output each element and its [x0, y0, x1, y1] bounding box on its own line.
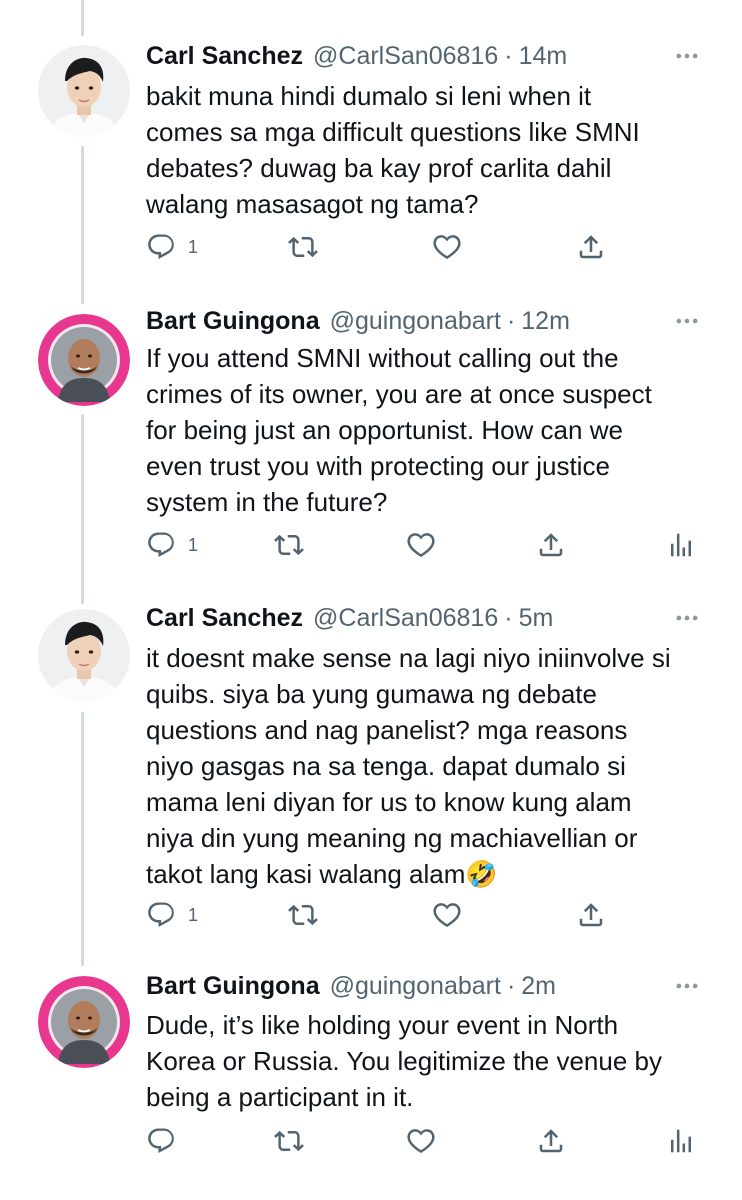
retweet-icon: [274, 1126, 304, 1156]
user-handle[interactable]: @guingonabart: [330, 972, 501, 1001]
share-icon: [576, 232, 606, 262]
reply-button[interactable]: 1: [146, 230, 198, 264]
separator-dot: ·: [504, 41, 513, 70]
display-name[interactable]: Bart Guingona: [146, 972, 320, 1001]
display-name[interactable]: Bart Guingona: [146, 307, 320, 336]
action-bar: 1: [146, 230, 712, 264]
share-icon: [536, 1126, 566, 1156]
carl-avatar[interactable]: [38, 609, 130, 701]
thread-line: [81, 414, 84, 604]
carl-avatar[interactable]: [38, 45, 130, 137]
separator-dot: ·: [504, 603, 513, 632]
more-icon[interactable]: [672, 41, 702, 71]
reply-icon: [146, 900, 176, 930]
share-icon: [576, 900, 606, 930]
share-icon: [536, 530, 566, 560]
timestamp[interactable]: 5m: [519, 604, 554, 633]
retweet-icon: [274, 530, 304, 560]
heart-icon: [406, 530, 436, 560]
reply-button[interactable]: [146, 1124, 176, 1158]
heart-icon: [432, 232, 462, 262]
reply-button[interactable]: 1: [146, 528, 198, 562]
heart-icon: [406, 1126, 436, 1156]
retweet-button[interactable]: [288, 230, 318, 264]
timestamp[interactable]: 14m: [519, 42, 568, 71]
share-button[interactable]: [536, 1124, 566, 1158]
tweet-header: Bart Guingona @guingonabart · 2m: [146, 969, 702, 1003]
thread-line: [81, 146, 84, 304]
reply-count: 1: [188, 904, 199, 925]
share-button[interactable]: [576, 230, 606, 264]
display-name[interactable]: Carl Sanchez: [146, 42, 303, 71]
retweet-icon: [288, 232, 318, 262]
retweet-icon: [288, 900, 318, 930]
separator-dot: ·: [506, 306, 516, 335]
share-button[interactable]: [576, 898, 606, 932]
more-icon[interactable]: [672, 603, 702, 633]
like-button[interactable]: [432, 230, 462, 264]
like-button[interactable]: [406, 1124, 436, 1158]
bart-avatar[interactable]: [38, 314, 130, 406]
action-bar: 1: [146, 528, 712, 562]
timestamp[interactable]: 12m: [521, 307, 570, 336]
timestamp[interactable]: 2m: [521, 972, 556, 1001]
tweet-text: it doesnt make sense na lagi niyo iniinv…: [146, 643, 671, 889]
like-button[interactable]: [406, 528, 436, 562]
more-icon[interactable]: [672, 306, 702, 336]
tweet-header: Carl Sanchez @CarlSan06816 · 5m: [146, 601, 702, 635]
more-icon[interactable]: [672, 971, 702, 1001]
action-bar: [146, 1124, 712, 1158]
reply-count: 1: [188, 236, 199, 257]
user-handle[interactable]: @guingonabart: [330, 307, 501, 336]
heart-icon: [432, 900, 462, 930]
display-name[interactable]: Carl Sanchez: [146, 604, 303, 633]
retweet-button[interactable]: [288, 898, 318, 932]
share-button[interactable]: [536, 528, 566, 562]
analytics-icon: [666, 530, 696, 560]
thread-line: [81, 712, 84, 966]
tweet-text: bakit muna hindi dumalo si leni when it …: [146, 81, 640, 219]
bart-avatar[interactable]: [38, 976, 130, 1068]
retweet-button[interactable]: [274, 528, 304, 562]
analytics-icon: [666, 1126, 696, 1156]
tweet-header: Bart Guingona @guingonabart · 12m: [146, 304, 702, 338]
reply-icon: [146, 530, 176, 560]
action-bar: 1: [146, 898, 712, 932]
analytics-button[interactable]: [666, 528, 696, 562]
user-handle[interactable]: @CarlSan06816: [313, 604, 498, 633]
reply-count: 1: [188, 534, 199, 555]
tweet-text: If you attend SMNI without calling out t…: [146, 343, 652, 517]
tweet-header: Carl Sanchez @CarlSan06816 · 14m: [146, 39, 702, 73]
like-button[interactable]: [432, 898, 462, 932]
tweet-text: Dude, it’s like holding your event in No…: [146, 1010, 662, 1112]
reply-icon: [146, 232, 176, 262]
user-handle[interactable]: @CarlSan06816: [313, 42, 498, 71]
retweet-button[interactable]: [274, 1124, 304, 1158]
thread-line: [81, 0, 84, 36]
analytics-button[interactable]: [666, 1124, 696, 1158]
reply-button[interactable]: 1: [146, 898, 198, 932]
reply-icon: [146, 1126, 176, 1156]
separator-dot: ·: [506, 971, 516, 1000]
